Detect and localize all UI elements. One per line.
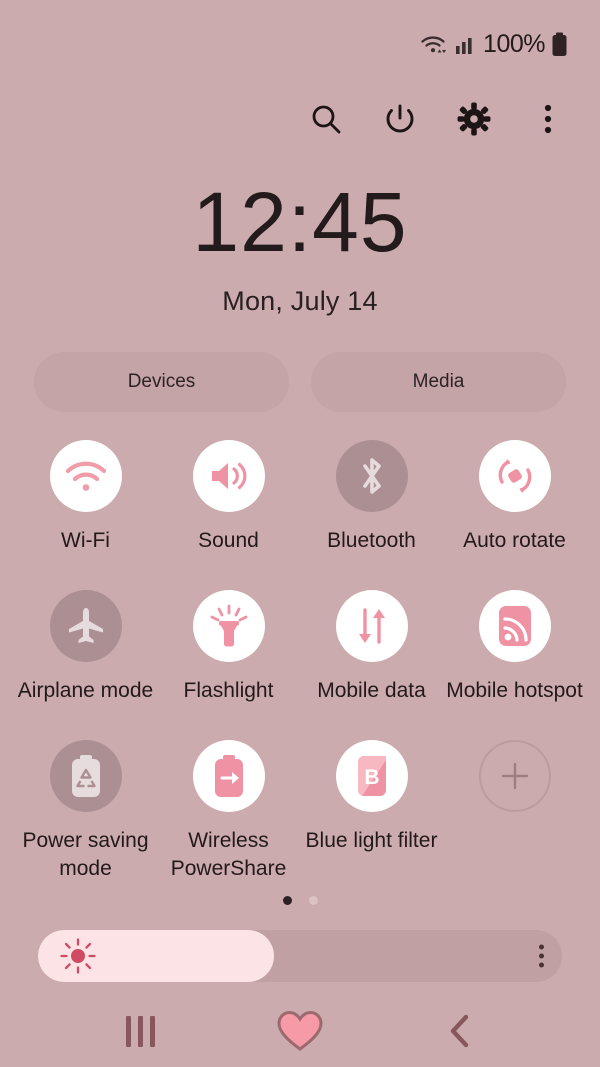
clock-block: 12:45 Mon, July 14 xyxy=(0,180,600,317)
toggle-tile-airplane-mode[interactable]: Airplane mode xyxy=(14,590,157,740)
bluetooth-icon xyxy=(335,440,408,512)
toggle-label-wifi: Wi-Fi xyxy=(61,529,110,552)
page-dot-1[interactable] xyxy=(282,896,292,905)
media-pill[interactable]: Media xyxy=(311,352,566,412)
power-saving-icon xyxy=(49,740,122,812)
battery-full-icon xyxy=(551,32,568,57)
cellular-signal-icon xyxy=(455,33,477,55)
toggle-label-power-saving-mode: Power saving mode xyxy=(22,829,149,880)
add-icon xyxy=(478,740,551,812)
toggle-label-mobile-hotspot: Mobile hotspot xyxy=(446,679,583,702)
airplane-icon xyxy=(49,590,122,662)
sound-icon xyxy=(192,440,265,512)
gear-icon[interactable] xyxy=(454,99,494,139)
toggle-label-sound: Sound xyxy=(198,529,259,552)
toggle-tile-mobile-hotspot[interactable]: Mobile hotspot xyxy=(443,590,586,740)
devices-pill-label: Devices xyxy=(127,371,196,392)
toggle-tile-add[interactable] xyxy=(443,740,586,890)
status-bar: 100% xyxy=(0,0,600,88)
mobile-hotspot-icon xyxy=(478,590,551,662)
power-icon[interactable] xyxy=(380,99,420,139)
blue-light-icon: B xyxy=(335,740,408,812)
devices-pill[interactable]: Devices xyxy=(34,352,289,412)
power-share-icon xyxy=(192,740,265,812)
toggle-tile-wifi[interactable]: Wi-Fi xyxy=(14,440,157,590)
wifi-data-icon xyxy=(419,32,449,56)
auto-rotate-icon xyxy=(478,440,551,512)
search-icon[interactable] xyxy=(306,99,346,139)
page-dot-2[interactable] xyxy=(308,896,318,905)
quick-settings-panel: 100% 12:45 Mon, July 14 Devices Media Wi… xyxy=(0,0,600,1067)
more-vertical-icon[interactable] xyxy=(528,99,568,139)
toggle-tile-flashlight[interactable]: Flashlight xyxy=(157,590,300,740)
heart-home-icon[interactable] xyxy=(265,1003,335,1059)
wifi-icon xyxy=(49,440,122,512)
brightness-slider[interactable] xyxy=(38,930,562,982)
mobile-data-icon xyxy=(335,590,408,662)
battery-percent-label: 100% xyxy=(483,29,545,58)
toggle-label-auto-rotate: Auto rotate xyxy=(463,529,566,552)
back-chevron-icon[interactable] xyxy=(425,1003,495,1059)
toggle-label-blue-light-filter: Blue light filter xyxy=(305,829,438,852)
brightness-sun-icon xyxy=(60,938,96,974)
recents-icon[interactable] xyxy=(105,1003,175,1059)
toggle-label-bluetooth: Bluetooth xyxy=(327,529,416,552)
toggle-label-mobile-data: Mobile data xyxy=(317,679,426,702)
toggle-tile-auto-rotate[interactable]: Auto rotate xyxy=(443,440,586,590)
page-indicator xyxy=(0,896,600,905)
brightness-more-icon[interactable] xyxy=(539,944,544,968)
clock-date: Mon, July 14 xyxy=(222,286,378,316)
navigation-bar xyxy=(0,995,600,1067)
shortcut-pill-row: Devices Media xyxy=(34,352,566,412)
toggle-tile-bluetooth[interactable]: Bluetooth xyxy=(300,440,443,590)
toggle-label-flashlight: Flashlight xyxy=(183,679,274,702)
quick-toggle-grid: Wi-Fi Sound Bluetooth Auto rotate Airpla… xyxy=(14,440,586,890)
svg-text:B: B xyxy=(364,766,379,789)
toggle-tile-blue-light-filter[interactable]: B Blue light filter xyxy=(300,740,443,890)
clock-time: 12:45 xyxy=(192,175,408,269)
header-action-bar xyxy=(0,88,600,150)
toggle-label-airplane-mode: Airplane mode xyxy=(17,679,154,702)
toggle-tile-power-saving-mode[interactable]: Power saving mode xyxy=(14,740,157,890)
flashlight-icon xyxy=(192,590,265,662)
toggle-tile-mobile-data[interactable]: Mobile data xyxy=(300,590,443,740)
media-pill-label: Media xyxy=(412,371,465,392)
toggle-label-wireless-powershare: Wireless PowerShare xyxy=(170,829,287,880)
toggle-tile-sound[interactable]: Sound xyxy=(157,440,300,590)
toggle-tile-wireless-powershare[interactable]: Wireless PowerShare xyxy=(157,740,300,890)
